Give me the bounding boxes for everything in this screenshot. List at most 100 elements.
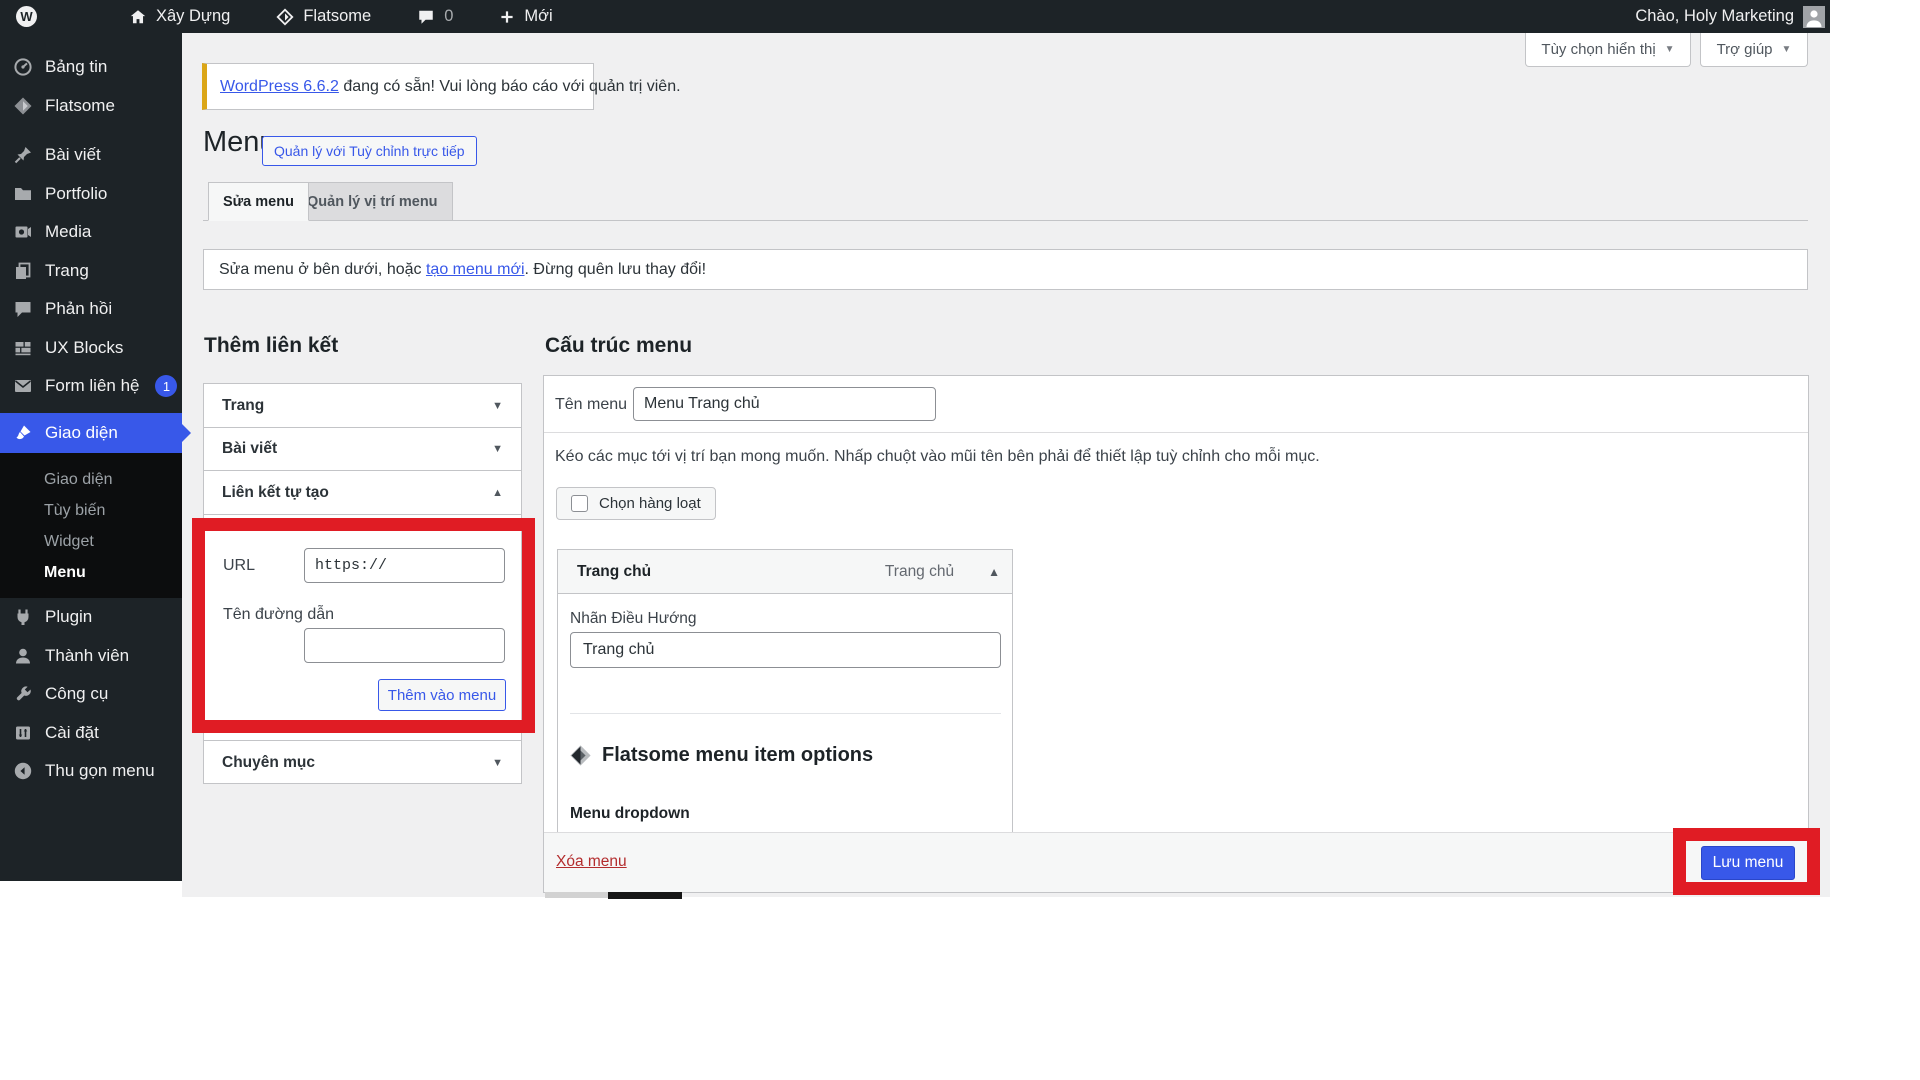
comments-link[interactable]: 0 [417, 7, 453, 26]
delete-menu-link[interactable]: Xóa menu [556, 853, 627, 871]
sidebar-item-comments[interactable]: Phản hồi [0, 290, 182, 329]
drag-instruction-text: Kéo các mục tới vị trí bạn mong muốn. Nh… [555, 448, 1320, 465]
sidebar-item-pages[interactable]: Trang [0, 252, 182, 291]
sidebar-item-label: UX Blocks [45, 337, 124, 357]
sidebar-item-label: Cài đặt [45, 722, 99, 742]
sidebar-item-users[interactable]: Thành viên [0, 637, 182, 676]
bulk-select-toggle[interactable]: Chọn hàng loạt [556, 487, 716, 520]
sidebar-item-flatsome[interactable]: Flatsome [0, 87, 182, 126]
user-icon [13, 646, 33, 666]
flatsome-label: Flatsome [303, 7, 372, 25]
appearance-submenu: Giao diện Tùy biến Widget Menu [0, 452, 182, 598]
divider [570, 713, 1001, 714]
account-greeting[interactable]: Chào, Holy Marketing [1635, 7, 1794, 26]
tab-manage-locations[interactable]: Quản lý vị trí menu [292, 182, 453, 221]
sidebar-item-appearance[interactable]: Giao diện [0, 412, 191, 453]
chevron-down-icon: ▼ [492, 443, 503, 455]
wordpress-logo-menu[interactable]: W [16, 6, 37, 27]
url-input[interactable] [304, 548, 505, 583]
nav-label-input[interactable] [570, 632, 1001, 668]
sidebar-item-label: Bài viết [45, 145, 101, 165]
sidebar-item-label: Thu gọn menu [45, 761, 155, 781]
avatar[interactable] [1803, 5, 1825, 28]
edit-notice-text-2: . Đừng quên lưu thay đổi! [524, 260, 707, 278]
chevron-up-icon[interactable]: ▲ [988, 565, 1000, 579]
add-to-menu-button[interactable]: Thêm vào menu [378, 679, 506, 711]
flatsome-icon [276, 7, 294, 26]
update-notice-text: đang có sẵn! Vui lòng báo cáo với quản t… [338, 77, 681, 95]
chevron-down-icon: ▼ [492, 756, 503, 769]
panel-footer: Xóa menu Lưu menu [544, 832, 1808, 892]
screenshot-artifact [545, 892, 608, 898]
menu-structure-heading: Cấu trúc menu [545, 334, 693, 357]
dashboard-icon [13, 57, 33, 77]
site-name-link[interactable]: Xây Dựng [129, 7, 230, 26]
wordpress-logo-icon: W [16, 6, 37, 27]
sidebar-item-label: Form liên hệ [45, 376, 140, 396]
link-text-input[interactable] [304, 628, 505, 663]
media-icon [13, 222, 33, 242]
menu-name-input[interactable] [633, 387, 936, 421]
settings-icon [13, 723, 33, 743]
sidebar-item-tools[interactable]: Công cụ [0, 675, 182, 714]
chevron-down-icon: ▼ [1781, 44, 1792, 55]
new-content-menu[interactable]: Mới [499, 7, 553, 26]
screenshot-artifact [608, 892, 682, 899]
help-button[interactable]: Trợ giúp ▼ [1700, 33, 1808, 67]
sidebar-item-label: Công cụ [45, 684, 109, 704]
submenu-item-themes[interactable]: Giao diện [44, 464, 182, 495]
update-link[interactable]: WordPress 6.6.2 [220, 78, 339, 96]
sidebar-item-plugins[interactable]: Plugin [0, 598, 182, 637]
menu-name-row: Tên menu [544, 376, 1808, 433]
manage-with-customizer-button[interactable]: Quản lý với Tuỳ chỉnh trực tiếp [262, 136, 477, 166]
wrench-icon [13, 684, 33, 704]
flatsome-adminbar-link[interactable]: Flatsome [276, 7, 371, 26]
menu-item-type: Trang chủ [884, 562, 955, 580]
comments-count: 0 [444, 7, 454, 25]
accordion-row-label: Chuyên mục [222, 753, 316, 771]
sidebar-item-posts[interactable]: Bài viết [0, 136, 182, 175]
sidebar-item-settings[interactable]: Cài đặt [0, 714, 182, 753]
add-links-heading: Thêm liên kết [204, 334, 339, 357]
bulk-select-checkbox[interactable] [571, 495, 588, 512]
accordion-row-label: Liên kết tự tạo [222, 483, 329, 501]
submenu-item-widgets[interactable]: Widget [44, 526, 182, 557]
envelope-icon [13, 376, 33, 396]
blocks-icon [13, 338, 33, 358]
sidebar-item-media[interactable]: Media [0, 213, 182, 252]
accordion-row-categories[interactable]: Chuyên mục ▼ [204, 740, 521, 784]
pin-icon [13, 145, 33, 165]
screen-options-button[interactable]: Tùy chọn hiển thị ▼ [1525, 33, 1691, 67]
accordion-row-label: Trang [222, 396, 265, 414]
flatsome-icon [569, 744, 592, 767]
edit-menu-notice: Sửa menu ở bên dưới, hoặc tạo menu mới. … [203, 249, 1808, 290]
home-icon [129, 8, 147, 26]
pages-icon [13, 261, 33, 281]
sidebar-item-label: Phản hồi [45, 299, 113, 319]
add-menu-items-accordion: Trang ▼ Bài viết ▼ Liên kết tự tạo ▲ URL… [203, 383, 522, 784]
sidebar-collapse-button[interactable]: Thu gọn menu [0, 752, 182, 791]
menu-item-header[interactable]: Trang chủ Trang chủ ▲ [558, 550, 1012, 594]
help-label: Trợ giúp [1716, 41, 1773, 58]
sidebar-item-ux-blocks[interactable]: UX Blocks [0, 329, 182, 368]
menu-item-title: Trang chủ [577, 562, 652, 580]
submenu-item-menus[interactable]: Menu [44, 557, 182, 588]
chevron-down-icon: ▼ [492, 399, 503, 412]
sidebar-item-contact-form[interactable]: Form liên hệ 1 [0, 367, 182, 406]
sidebar-item-dashboard[interactable]: Bảng tin [0, 48, 182, 87]
notification-badge: 1 [155, 375, 178, 398]
submenu-item-customize[interactable]: Tùy biến [44, 495, 182, 526]
accordion-row-posts[interactable]: Bài viết ▼ [204, 428, 521, 471]
save-menu-button[interactable]: Lưu menu [1701, 846, 1795, 880]
sidebar-separator [0, 125, 182, 136]
tab-edit-menus[interactable]: Sửa menu [208, 182, 309, 221]
sidebar-item-label: Thành viên [45, 645, 130, 665]
sidebar-item-portfolio[interactable]: Portfolio [0, 175, 182, 214]
accordion-row-custom-links[interactable]: Liên kết tự tạo ▲ [204, 471, 521, 515]
paintbrush-icon [13, 423, 33, 443]
create-menu-link[interactable]: tạo menu mới [426, 261, 525, 279]
menu-name-label: Tên menu [555, 396, 628, 413]
screen-options-label: Tùy chọn hiển thị [1541, 41, 1656, 58]
accordion-row-pages[interactable]: Trang ▼ [204, 384, 521, 428]
sidebar-item-label: Giao diện [45, 422, 118, 442]
